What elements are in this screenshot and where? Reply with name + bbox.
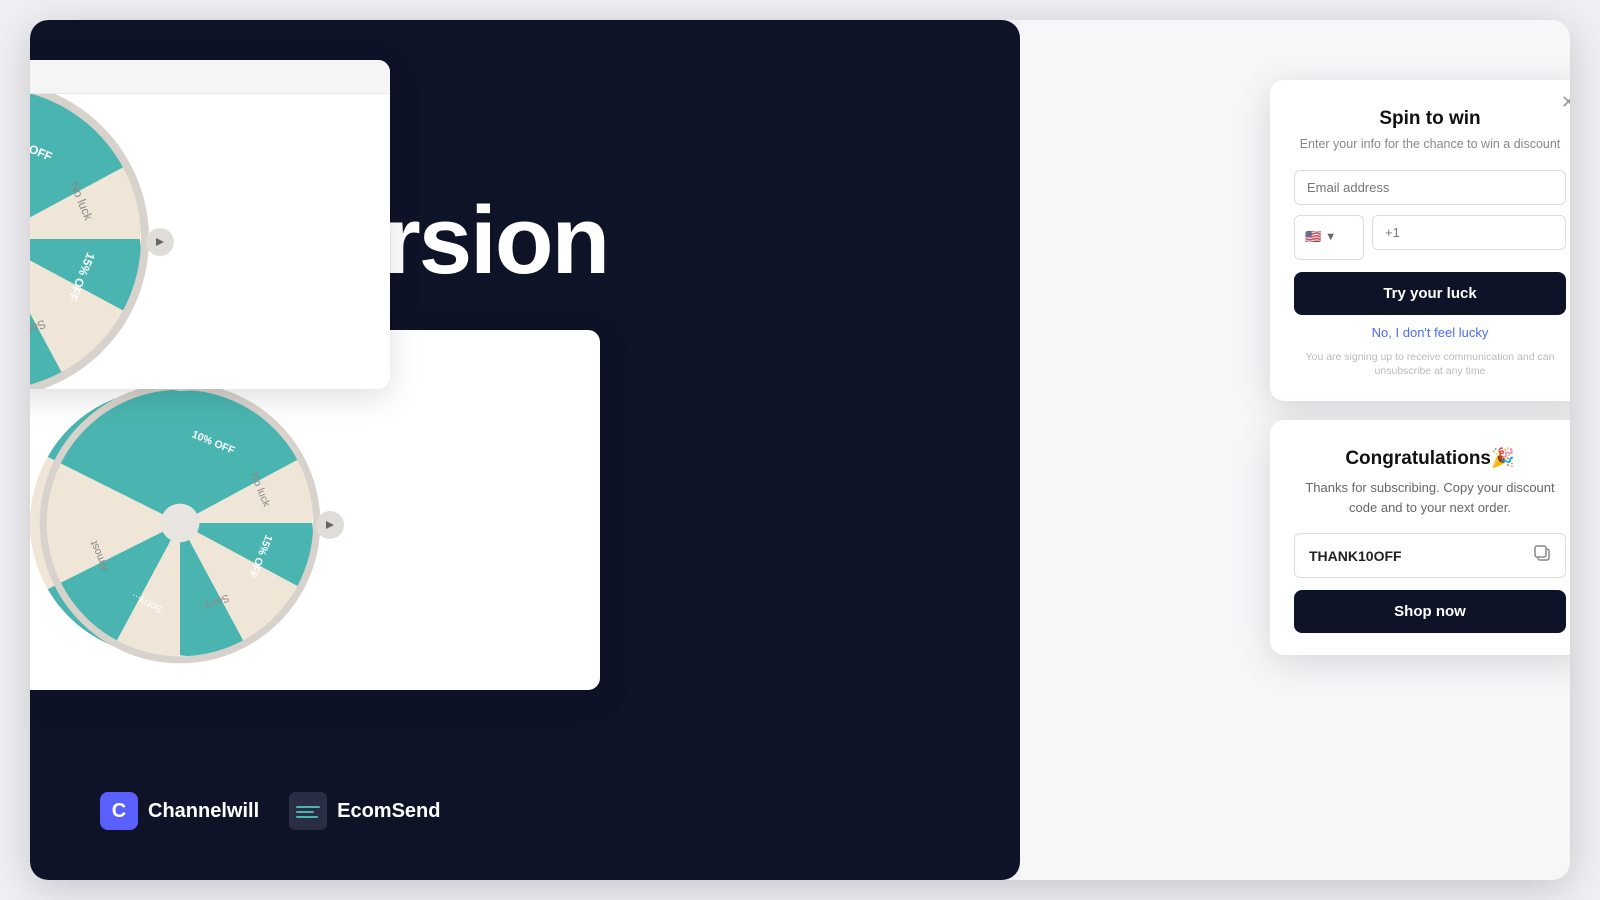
ecosend-label: EcomSend [337, 800, 440, 823]
close-button[interactable]: ✕ [1561, 92, 1570, 113]
spin-subtitle: Enter your info for the chance to win a … [1294, 136, 1566, 154]
channelwill-icon: C [100, 792, 138, 830]
wheel-bottom: Free shipping Almost 10% OFF No luck 15%… [30, 373, 330, 678]
channelwill-logo: C Channelwill [100, 792, 259, 830]
ecosend-logo: EcomSend [289, 792, 440, 830]
congrats-panel: Congratulations🎉 Thanks for subscribing.… [1270, 420, 1570, 655]
discount-code-row [1294, 533, 1566, 578]
try-luck-button[interactable]: Try your luck [1294, 272, 1566, 315]
wheel-arrow-bottom [316, 511, 344, 539]
browser-mockup-top: Free shipping Almost 10% OFF No luck 15%… [30, 60, 390, 389]
wheel-svg-top: Free shipping Almost 10% OFF No luck 15%… [30, 94, 160, 389]
wheel-top: Free shipping Almost 10% OFF No luck 15%… [30, 94, 160, 389]
shop-now-button[interactable]: Shop now [1294, 590, 1566, 633]
left-panel: High Conversion Rate Easily create opt-i… [30, 20, 1020, 880]
discount-code-input[interactable] [1295, 538, 1519, 574]
browser-bar-top [30, 60, 390, 94]
ecosend-icon [289, 792, 327, 830]
congrats-title: Congratulations🎉 [1294, 446, 1566, 470]
channelwill-label: Channelwill [148, 800, 259, 823]
wheel-svg-bottom: Free shipping Almost 10% OFF No luck 15%… [30, 373, 330, 673]
spin-title: Spin to win [1294, 108, 1566, 130]
disclaimer-text: You are signing up to receive communicat… [1294, 350, 1566, 379]
copy-button[interactable] [1519, 534, 1565, 577]
congrats-message: Thanks for subscribing. Copy your discou… [1294, 478, 1566, 517]
main-container: High Conversion Rate Easily create opt-i… [30, 20, 1570, 880]
wheel-arrow-top [146, 228, 174, 256]
wheel-area-top: Free shipping Almost 10% OFF No luck 15%… [30, 94, 390, 389]
phone-row: 🇺🇸 ▼ [1294, 215, 1566, 260]
flag-selector[interactable]: 🇺🇸 ▼ [1294, 215, 1364, 260]
phone-input[interactable] [1372, 215, 1566, 250]
logos-area: C Channelwill EcomSend [100, 792, 950, 830]
spin-to-win-panel: ✕ Spin to win Enter your info for the ch… [1270, 80, 1570, 401]
no-lucky-link[interactable]: No, I don't feel lucky [1294, 325, 1566, 340]
email-input[interactable] [1294, 170, 1566, 205]
right-panel: ✕ Spin to win Enter your info for the ch… [1020, 20, 1570, 880]
